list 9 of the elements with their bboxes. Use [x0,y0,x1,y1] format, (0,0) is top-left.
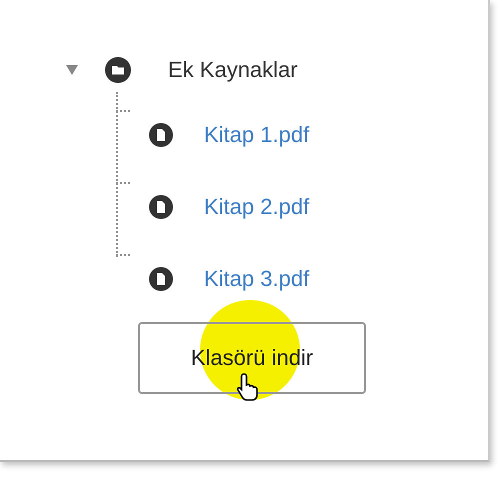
folder-label[interactable]: Ek Kaynaklar [168,57,298,83]
file-icon [148,266,174,292]
expand-triangle-icon[interactable] [66,65,78,75]
file-link[interactable]: Kitap 2.pdf [204,194,310,220]
file-icon [148,122,174,148]
file-link[interactable]: Kitap 3.pdf [204,266,310,292]
file-icon [148,194,174,220]
file-link[interactable]: Kitap 1.pdf [204,122,310,148]
folder-icon [104,56,132,84]
